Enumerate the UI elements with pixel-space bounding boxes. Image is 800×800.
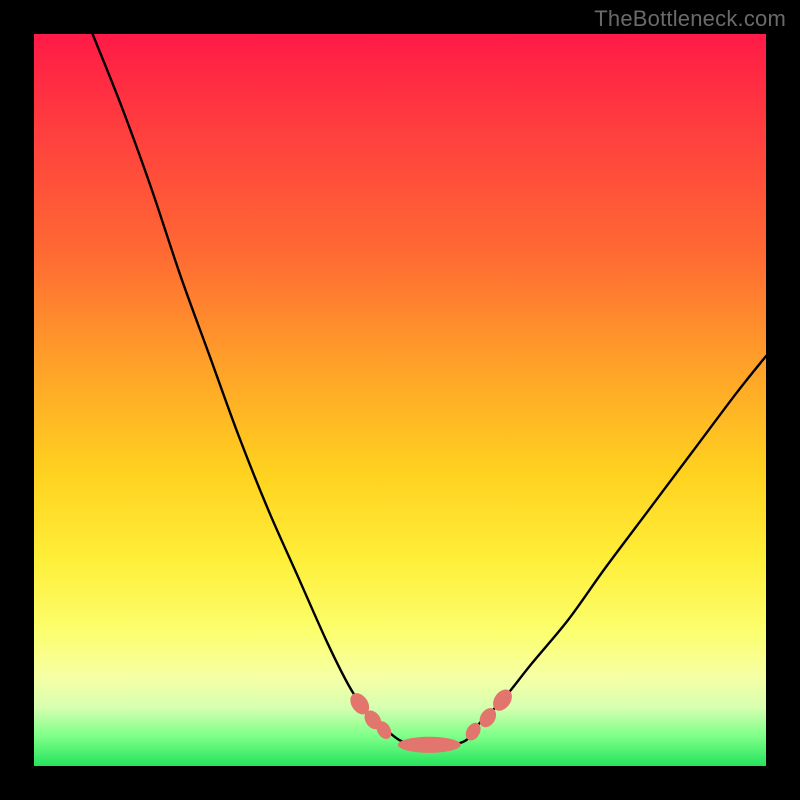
curve-lines <box>93 34 766 746</box>
valley-node-3 <box>398 737 461 753</box>
watermark-text: TheBottleneck.com <box>594 6 786 32</box>
bottleneck-curve <box>93 34 766 746</box>
curve-svg <box>34 34 766 766</box>
chart-frame: TheBottleneck.com <box>0 0 800 800</box>
plot-area <box>34 34 766 766</box>
valley-markers <box>346 686 515 753</box>
